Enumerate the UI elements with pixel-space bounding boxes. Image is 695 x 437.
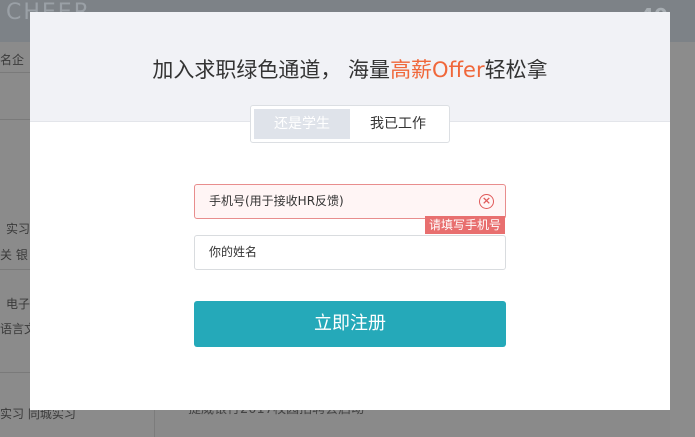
identity-tabs: 还是学生 我已工作	[250, 105, 450, 143]
background-text: 名企	[0, 53, 25, 67]
background-text: 电子	[6, 297, 31, 311]
register-button[interactable]: 立即注册	[194, 301, 506, 347]
tab-working[interactable]: 我已工作	[350, 109, 446, 139]
headline-suffix: 轻松拿	[484, 58, 548, 82]
phone-field[interactable]: 手机号(用于接收HR反馈) ×	[194, 184, 506, 219]
tab-student[interactable]: 还是学生	[254, 109, 350, 139]
background-text: 关 银	[0, 248, 28, 262]
background-text: 实习	[6, 222, 31, 236]
name-field-placeholder: 你的姓名	[209, 245, 258, 259]
headline-prefix: 加入求职绿色通道， 海量	[152, 58, 391, 82]
name-field[interactable]: 你的姓名	[194, 235, 506, 270]
phone-error-tip: 请填写手机号	[425, 216, 505, 234]
modal-headline: 加入求职绿色通道， 海量高薪Offer轻松拿	[30, 54, 670, 84]
register-modal: 加入求职绿色通道， 海量高薪Offer轻松拿 还是学生 我已工作 手机号(用于接…	[30, 12, 670, 410]
background-right-column	[670, 42, 695, 437]
close-circle-icon[interactable]: ×	[479, 194, 494, 209]
phone-field-placeholder: 手机号(用于接收HR反馈)	[209, 194, 344, 208]
headline-highlight: 高薪Offer	[390, 58, 485, 82]
